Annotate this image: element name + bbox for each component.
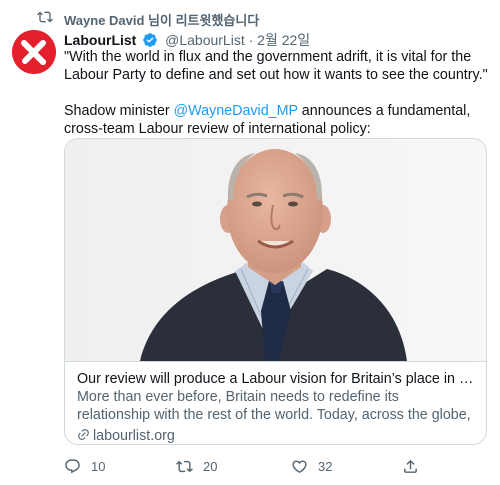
reply-button[interactable]: 10 — [64, 455, 105, 477]
retweet-icon — [37, 11, 53, 23]
retweeter-link[interactable]: Wayne David 님이 리트윗했습니다 — [64, 10, 259, 29]
card-body[interactable]: Our review will produce a Labour vision … — [65, 361, 486, 444]
card-domain[interactable]: labourlist.org — [77, 426, 474, 444]
avatar[interactable] — [12, 30, 56, 74]
tweet-action-bar: 10 20 32 — [64, 455, 484, 477]
retweet-banner: Wayne David 님이 리트윗했습니다 — [0, 8, 500, 28]
tweet-date[interactable]: 2월 22일 — [257, 32, 310, 48]
card-description: More than ever before, Britain needs to … — [77, 389, 471, 423]
tweet-text: "With the world in flux and the governme… — [64, 48, 494, 138]
card-domain-text: labourlist.org — [93, 428, 175, 444]
tweet-body-prefix: Shadow minister — [64, 103, 174, 119]
retweet-button[interactable]: 20 — [176, 455, 217, 477]
tweet-body: Shadow minister @WayneDavid_MP announces… — [64, 102, 494, 138]
tweet-header: LabourList @LabourList · 2월 22일 — [64, 30, 494, 50]
link-preview-card[interactable]: Our review will produce a Labour vision … — [64, 138, 487, 445]
separator-dot: · — [248, 32, 254, 48]
like-count: 32 — [318, 458, 333, 474]
portrait-photo — [65, 139, 486, 361]
retweet-count: 20 — [203, 458, 218, 474]
card-image[interactable] — [65, 139, 486, 361]
tweet-quote: "With the world in flux and the governme… — [64, 49, 488, 83]
like-button[interactable]: 32 — [291, 455, 332, 477]
mention-link[interactable]: @WayneDavid_MP — [174, 103, 298, 119]
author-handle[interactable]: @LabourList — [165, 32, 245, 48]
labourlist-logo-icon — [12, 30, 56, 74]
reply-count: 10 — [91, 458, 106, 474]
verified-badge-icon — [143, 33, 158, 47]
reply-icon — [65, 458, 80, 473]
link-icon — [78, 429, 89, 440]
author-display-name[interactable]: LabourList — [64, 32, 136, 48]
retweet-action-icon — [176, 460, 193, 472]
share-icon — [404, 459, 417, 473]
share-button[interactable] — [402, 455, 419, 477]
heart-icon — [292, 459, 307, 473]
card-title[interactable]: Our review will produce a Labour vision … — [77, 370, 474, 388]
